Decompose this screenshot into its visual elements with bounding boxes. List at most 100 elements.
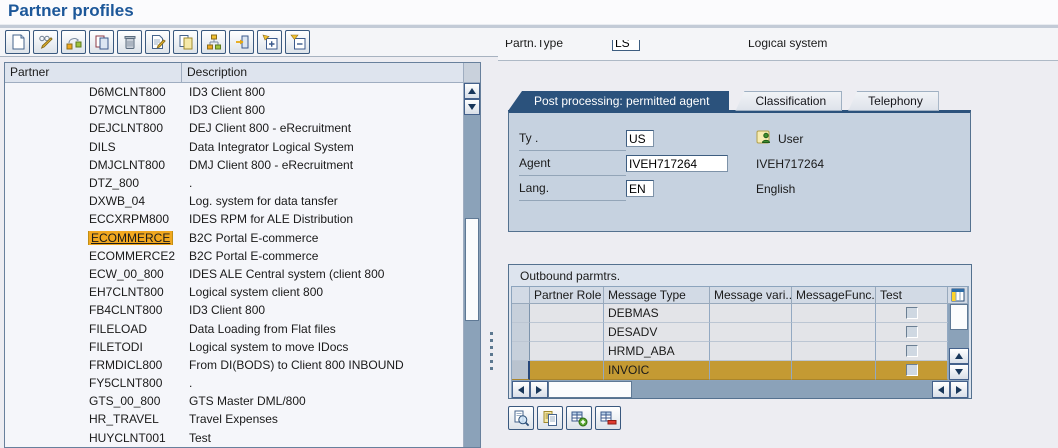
row-selector-cell[interactable] <box>512 342 530 361</box>
copy-icon[interactable] <box>89 30 114 54</box>
partner-row[interactable]: FRMDICL800From DI(BODS) to Client 800 IN… <box>5 356 463 374</box>
partner-row[interactable]: ECOMMERCE2B2C Portal E-commerce <box>5 247 463 265</box>
partner-row[interactable]: ECOMMERCEB2C Portal E-commerce <box>5 229 463 247</box>
partner-cell[interactable]: DTZ_800 <box>5 176 182 190</box>
expand-node-icon[interactable] <box>257 30 282 54</box>
partner-name[interactable]: EH7CLNT800 <box>89 285 164 299</box>
partner-row[interactable]: EH7CLNT800Logical system client 800 <box>5 283 463 301</box>
scroll-right-button[interactable] <box>530 381 548 398</box>
scroll-down-button[interactable] <box>464 99 480 115</box>
test-checkbox[interactable] <box>906 326 918 338</box>
column-header-message-function[interactable]: MessageFunc.. <box>792 287 876 304</box>
partner-cell[interactable]: FRMDICL800 <box>5 358 182 372</box>
partner-name[interactable]: ECW_00_800 <box>89 267 164 281</box>
partner-cell[interactable]: D6MCLNT800 <box>5 85 182 99</box>
scroll-up-button[interactable] <box>949 348 969 364</box>
copy-entry-icon[interactable] <box>173 30 198 54</box>
partner-name[interactable]: DILS <box>89 140 116 154</box>
partner-name[interactable]: D7MCLNT800 <box>89 103 166 117</box>
scrollbar-thumb[interactable] <box>548 381 632 398</box>
delete-row-icon[interactable] <box>595 406 621 430</box>
outbound-row[interactable]: INVOIC <box>512 361 948 380</box>
partner-cell[interactable]: ECOMMERCE <box>5 231 182 245</box>
insert-row-icon[interactable] <box>566 406 592 430</box>
column-header-partner-role[interactable]: Partner Role <box>530 287 604 304</box>
edit-entry-icon[interactable] <box>145 30 170 54</box>
scroll-right-button[interactable] <box>950 381 968 398</box>
partner-name[interactable]: FILELOAD <box>89 322 147 336</box>
type-input[interactable] <box>626 130 654 147</box>
row-selector-cell[interactable] <box>512 323 530 342</box>
hierarchy-icon[interactable] <box>201 30 226 54</box>
scroll-left-button[interactable] <box>932 381 950 398</box>
partner-name[interactable]: DMJCLNT800 <box>89 158 165 172</box>
scrollbar-thumb[interactable] <box>465 218 479 321</box>
partner-cell[interactable]: D7MCLNT800 <box>5 103 182 117</box>
partner-cell[interactable]: FY5CLNT800 <box>5 376 182 390</box>
agent-input[interactable] <box>626 155 728 172</box>
test-cell[interactable] <box>876 304 948 323</box>
partner-name[interactable]: HUYCLNT001 <box>89 431 166 445</box>
partner-row[interactable]: FILETODILogical system to move IDocs <box>5 338 463 356</box>
delete-icon[interactable] <box>117 30 142 54</box>
display-details-icon[interactable] <box>508 406 534 430</box>
partner-cell[interactable]: DILS <box>5 140 182 154</box>
partner-row[interactable]: FB4CLNT800ID3 Client 800 <box>5 301 463 319</box>
partner-type-input[interactable] <box>612 40 640 51</box>
partner-row[interactable]: ECW_00_800IDES ALE Central system (clien… <box>5 265 463 283</box>
test-cell[interactable] <box>876 361 948 380</box>
scroll-up-button[interactable] <box>464 83 480 99</box>
partner-cell[interactable]: ECCXRPM800 <box>5 212 182 226</box>
partner-cell[interactable]: DMJCLNT800 <box>5 158 182 172</box>
test-cell[interactable] <box>876 342 948 361</box>
column-header-test[interactable]: Test <box>876 287 948 304</box>
partner-name[interactable]: HR_TRAVEL <box>89 412 159 426</box>
partner-row[interactable]: DILSData Integrator Logical System <box>5 138 463 156</box>
partner-name[interactable]: DXWB_04 <box>89 194 145 208</box>
partner-name[interactable]: DTZ_800 <box>89 176 139 190</box>
test-checkbox[interactable] <box>906 307 918 319</box>
partner-row[interactable]: ECCXRPM800IDES RPM for ALE Distribution <box>5 210 463 228</box>
test-checkbox[interactable] <box>906 364 918 376</box>
selected-partner[interactable]: ECOMMERCE <box>89 231 172 245</box>
partner-cell[interactable]: DXWB_04 <box>5 194 182 208</box>
row-selector-cell[interactable] <box>512 304 530 323</box>
collapse-node-icon[interactable] <box>285 30 310 54</box>
scrollbar-track[interactable] <box>464 115 480 447</box>
partner-name[interactable]: FILETODI <box>89 340 143 354</box>
partner-cell[interactable]: ECW_00_800 <box>5 267 182 281</box>
tab-classification[interactable]: Classification <box>735 91 842 111</box>
partner-name[interactable]: ECCXRPM800 <box>89 212 169 226</box>
column-header-message-variant[interactable]: Message vari.. <box>710 287 792 304</box>
link-partners-icon[interactable] <box>61 30 86 54</box>
partner-row[interactable]: D7MCLNT800ID3 Client 800 <box>5 101 463 119</box>
partner-row[interactable]: DEJCLNT800DEJ Client 800 - eRecruitment <box>5 119 463 137</box>
scroll-left-button[interactable] <box>512 381 530 398</box>
test-cell[interactable] <box>876 323 948 342</box>
partner-name[interactable]: FY5CLNT800 <box>89 376 162 390</box>
partner-cell[interactable]: FB4CLNT800 <box>5 303 182 317</box>
lang-input[interactable] <box>626 180 654 197</box>
partner-cell[interactable]: FILELOAD <box>5 322 182 336</box>
partner-row[interactable]: HR_TRAVELTravel Expenses <box>5 410 463 428</box>
partner-row[interactable]: FILELOADData Loading from Flat files <box>5 319 463 337</box>
tab-post-processing[interactable]: Post processing: permitted agent <box>508 91 729 111</box>
partner-name[interactable]: DEJCLNT800 <box>89 121 163 135</box>
scrollbar-thumb[interactable] <box>950 304 968 330</box>
scroll-down-button[interactable] <box>949 364 969 380</box>
test-checkbox[interactable] <box>906 345 918 357</box>
display-change-icon[interactable] <box>33 30 58 54</box>
partner-row[interactable]: HUYCLNT001Test <box>5 429 463 447</box>
partner-cell[interactable]: GTS_00_800 <box>5 394 182 408</box>
partner-cell[interactable]: EH7CLNT800 <box>5 285 182 299</box>
partner-cell[interactable]: HR_TRAVEL <box>5 412 182 426</box>
scrollbar-track[interactable] <box>949 330 969 348</box>
partner-row[interactable]: DMJCLNT800DMJ Client 800 - eRecruitment <box>5 156 463 174</box>
partner-row[interactable]: D6MCLNT800ID3 Client 800 <box>5 83 463 101</box>
partner-row[interactable]: DTZ_800. <box>5 174 463 192</box>
tab-telephony[interactable]: Telephony <box>848 91 939 111</box>
column-header-description[interactable]: Description <box>182 63 464 82</box>
column-header-message-type[interactable]: Message Type <box>604 287 710 304</box>
partner-cell[interactable]: HUYCLNT001 <box>5 431 182 445</box>
column-header-partner[interactable]: Partner <box>5 63 182 82</box>
